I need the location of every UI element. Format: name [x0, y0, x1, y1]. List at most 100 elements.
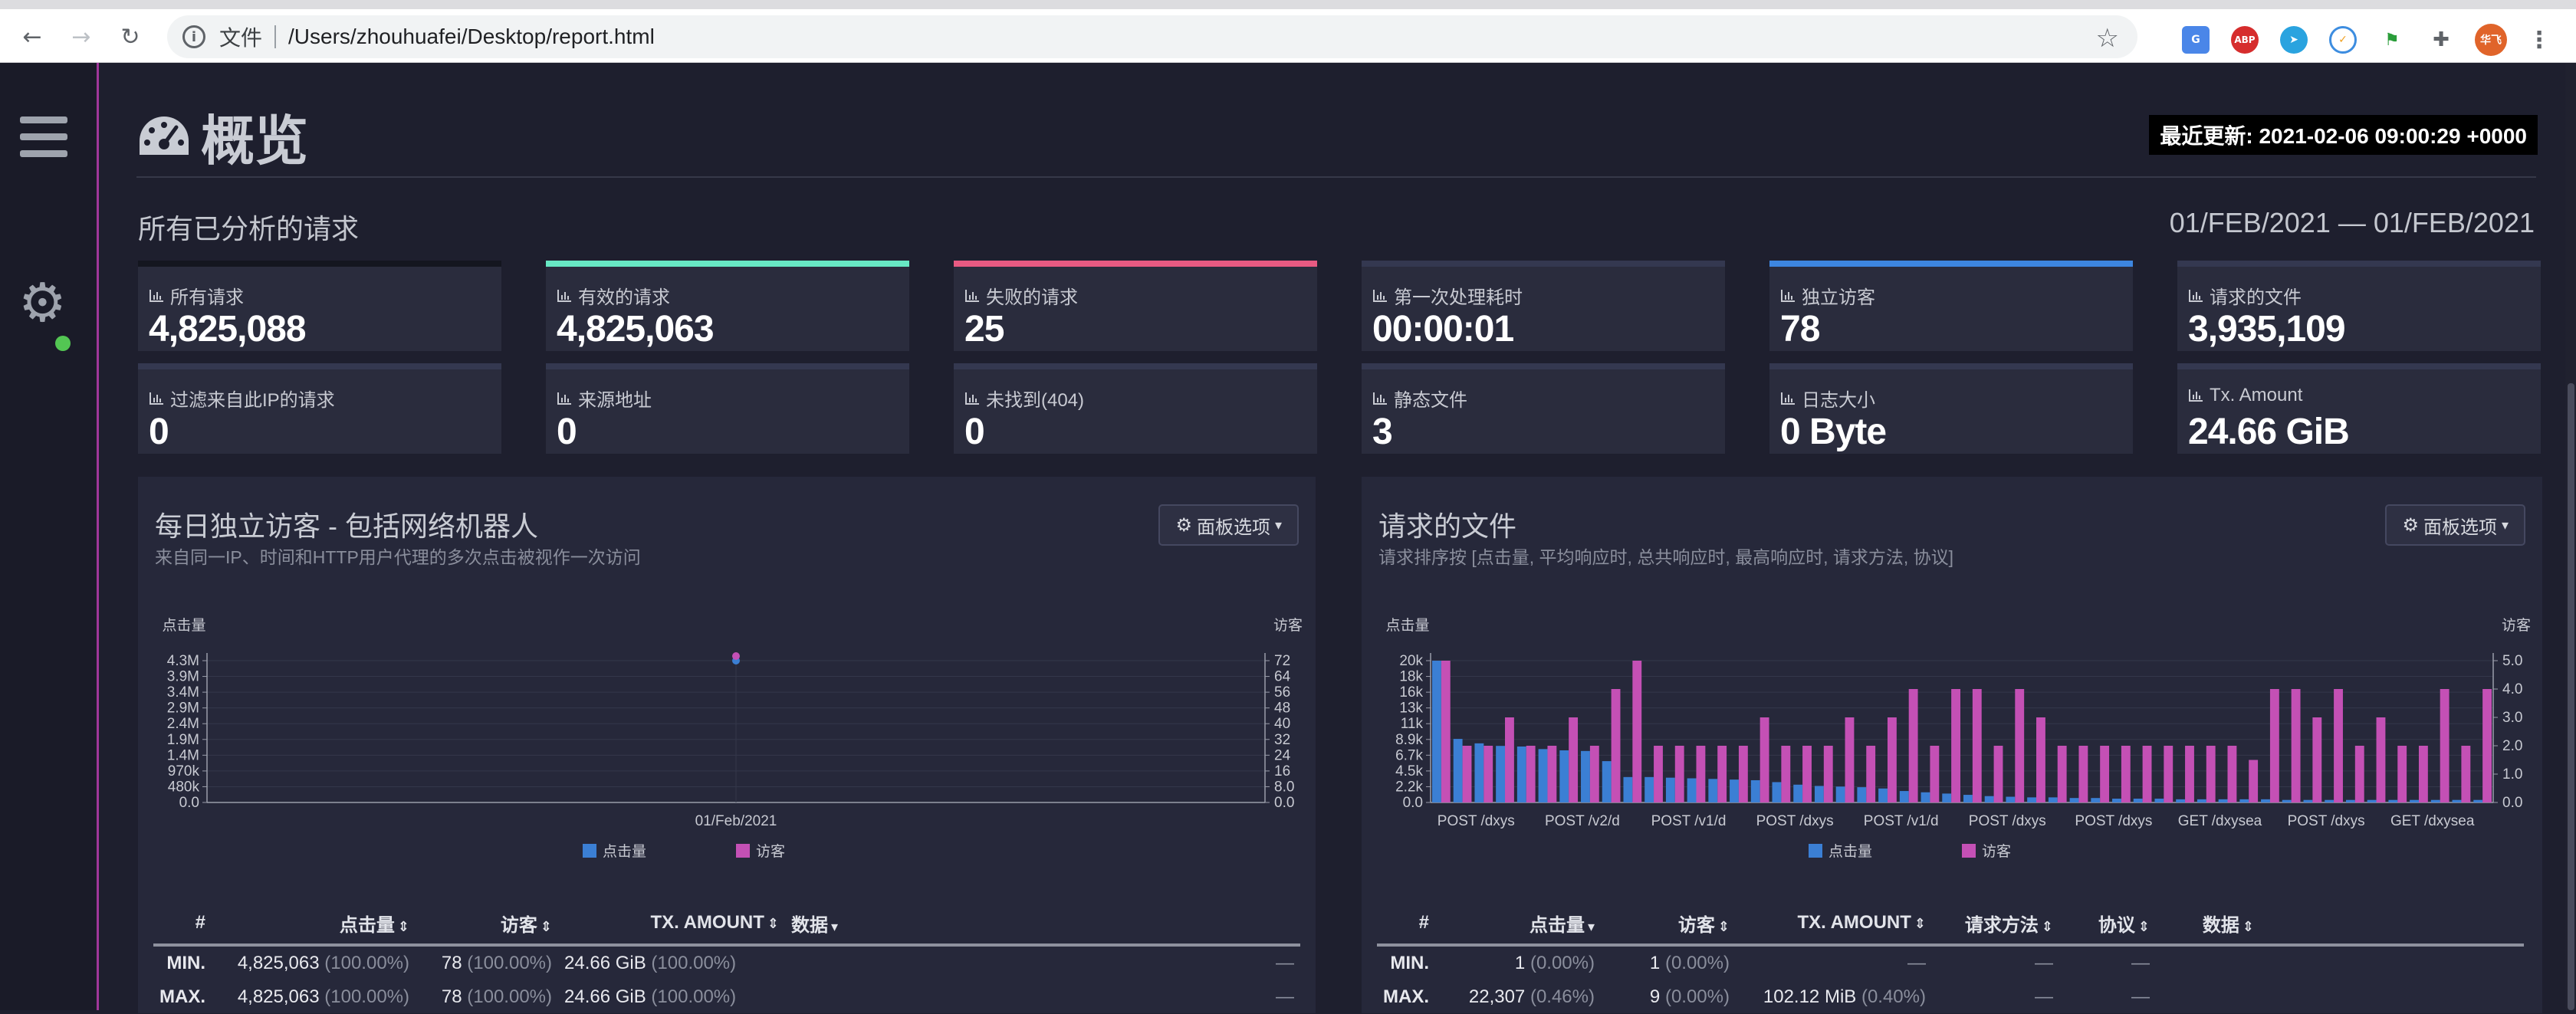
table-header-row: # 点击量 ▾ 访客 ⇕ TX. AMOUNT ⇕ 请求方法 ⇕ 协议 ⇕ 数据 ⇕ [1377, 902, 2524, 947]
flag-icon[interactable]: ⚑ [2378, 26, 2406, 54]
reload-icon[interactable]: ↻ [115, 21, 146, 52]
bar-visitors [1696, 746, 1706, 802]
panel-subtitle: 来自同一IP、时间和HTTP用户代理的多次点击被视作一次访问 [155, 547, 641, 567]
cell-hits: 22,307 (0.46%) [1435, 980, 1601, 1014]
stat-card-label: 未找到(404) [964, 385, 1084, 412]
col-tx-amount[interactable]: TX. AMOUNT ⇕ [1736, 902, 1932, 947]
bar-hits [2282, 799, 2292, 802]
col-index: # [153, 902, 212, 947]
hits-value: 4,825,063 [237, 953, 320, 973]
stat-card-label: 日志大小 [1780, 385, 1875, 412]
bar-hits [1474, 743, 1484, 802]
y-tick-label-right: 3.0 [2502, 710, 2522, 726]
col-visitors-label: 访客 [1677, 914, 1715, 936]
hits-pct: (100.00%) [324, 986, 409, 1007]
bar-visitors [2461, 746, 2471, 802]
abp-icon[interactable]: ABP [2231, 26, 2259, 54]
stat-card-label: 独立访客 [1780, 282, 1875, 309]
y-tick-label-left: 480k [168, 779, 200, 795]
stat-card-accent [1769, 363, 2133, 369]
bar-hits [2218, 799, 2228, 802]
col-method-label: 请求方法 [1964, 914, 2039, 936]
bar-visitors [2206, 746, 2216, 802]
col-tx-amount[interactable]: TX. AMOUNT ⇕ [558, 902, 785, 947]
panel-requested-files: 请求的文件 请求排序按 [点击量, 平均响应时, 总共响应时, 最高响应时, 请… [1362, 477, 2542, 1013]
y-tick-label-right: 24 [1274, 747, 1291, 763]
y-tick-label-left: 0.0 [179, 795, 199, 811]
col-hits-label: 点击量 [1529, 914, 1585, 936]
profile-avatar[interactable]: 华飞 [2475, 24, 2507, 56]
stat-label-text: 来源地址 [578, 390, 652, 411]
bar-visitors [1462, 746, 1472, 802]
col-data[interactable]: 数据 ▾ [785, 902, 851, 947]
cell-method: — [2035, 953, 2053, 973]
bookmark-star-icon[interactable]: ☆ [2096, 23, 2119, 54]
bar-visitors [2482, 689, 2492, 802]
forward-arrow-icon[interactable]: → [66, 21, 97, 52]
col-data[interactable]: 数据 ⇕ [2156, 902, 2260, 947]
bar-visitors [1654, 746, 1663, 802]
info-icon[interactable]: i [182, 25, 205, 48]
col-hits-label: 点击量 [339, 914, 395, 936]
col-data-label: 数据 [2202, 914, 2239, 936]
legend-swatch-visitors [736, 844, 750, 858]
stat-value: 3 [1372, 412, 1393, 452]
panel-options-button[interactable]: ⚙ 面板选项 ▾ [2385, 504, 2525, 546]
col-visitors[interactable]: 访客 ⇕ [416, 902, 558, 947]
hamburger-menu-icon[interactable] [20, 116, 67, 158]
y-tick-label-left: 3.9M [167, 669, 199, 685]
bar-hits [1984, 796, 1994, 802]
tx-value: 24.66 GiB [564, 986, 646, 1007]
y-tick-label-right: 56 [1274, 684, 1290, 701]
col-protocol[interactable]: 协议 ⇕ [2059, 902, 2156, 947]
stat-card: 有效的请求 4,825,063 [546, 261, 909, 351]
stat-card-accent [2177, 363, 2541, 369]
caret-down-icon: ▾ [831, 918, 839, 935]
bar-visitors [1717, 746, 1727, 802]
loader-icon[interactable]: ✓ [2329, 26, 2357, 54]
stat-label-text: 独立访客 [1802, 287, 1875, 308]
stat-card: 失败的请求 25 [954, 261, 1317, 351]
address-url[interactable]: /Users/zhouhuafei/Desktop/report.html [288, 25, 655, 49]
bar-hits [1687, 778, 1697, 802]
col-method[interactable]: 请求方法 ⇕ [1932, 902, 2059, 947]
hits-pct: (100.00%) [324, 953, 409, 973]
visitors-pct: (100.00%) [467, 986, 552, 1007]
address-bar[interactable]: i 文件 /Users/zhouhuafei/Desktop/report.ht… [167, 15, 2137, 58]
puzzle-icon[interactable]: ✚ [2427, 26, 2455, 54]
table-header-row: # 点击量 ⇕ 访客 ⇕ TX. AMOUNT ⇕ 数据 ▾ [153, 902, 1300, 947]
stat-card-accent [1362, 261, 1725, 267]
browser-menu-icon[interactable]: ⋮ [2525, 26, 2553, 54]
stat-card: 过滤来自此IP的请求 0 [138, 363, 501, 454]
y-tick-label-left: 6.7k [1395, 747, 1423, 763]
row-label: MIN. [166, 953, 205, 973]
tx-value: 102.12 MiB [1763, 986, 1857, 1007]
bar-hits [1878, 788, 1888, 802]
x-tick-label: 01/Feb/2021 [695, 813, 777, 829]
bar-visitors [1823, 746, 1833, 802]
col-hits[interactable]: 点击量 ⇕ [212, 902, 416, 947]
y-tick-label-left: 20k [1399, 653, 1423, 669]
back-arrow-icon[interactable]: ← [17, 21, 48, 52]
bar-visitors [2397, 746, 2407, 802]
page-scroll-thumb[interactable] [2568, 383, 2574, 1010]
cell-spacer [2260, 980, 2524, 1014]
cell-protocol: — [2131, 953, 2150, 973]
bar-visitors [1611, 689, 1621, 802]
bar-visitors [2036, 717, 2045, 802]
panel-options-button[interactable]: ⚙ 面板选项 ▾ [1158, 504, 1299, 546]
y-tick-label-right: 64 [1274, 669, 1291, 685]
row-label: MAX. [159, 986, 205, 1007]
col-visitors[interactable]: 访客 ⇕ [1601, 902, 1736, 947]
bar-visitors [2312, 717, 2322, 802]
y-tick-label-left: 1.9M [167, 732, 199, 748]
telegram-icon[interactable]: ➤ [2280, 26, 2308, 54]
col-hits[interactable]: 点击量 ▾ [1435, 902, 1601, 947]
bar-hits [1559, 750, 1569, 802]
bar-visitors [1674, 746, 1684, 802]
bar-visitors [1781, 746, 1791, 802]
cell-data-empty [785, 945, 851, 980]
translate-icon[interactable]: G [2182, 26, 2210, 54]
gear-icon[interactable]: ⚙ [18, 276, 67, 330]
col-index: # [1377, 902, 1435, 947]
